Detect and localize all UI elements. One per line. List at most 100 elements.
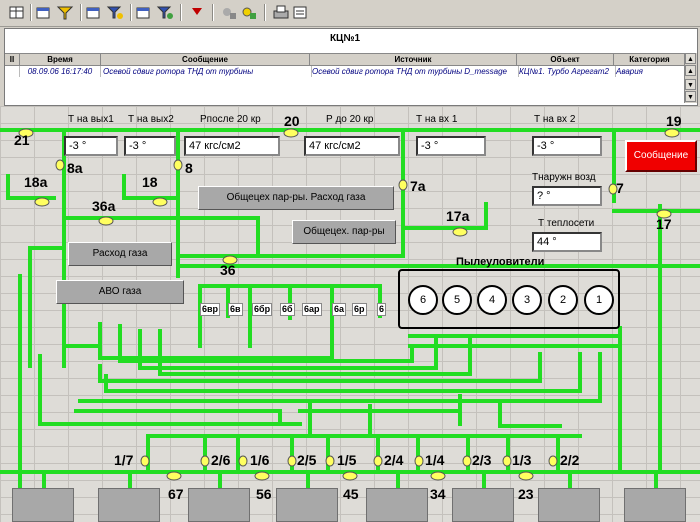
unit-block[interactable] [538,488,600,522]
flag-icon[interactable] [188,4,206,21]
filter-icon[interactable] [56,4,74,21]
vertical-scrollbar[interactable]: ▲ ▲ ▼ ▼ [684,53,697,103]
t-out2-label: Т на вых2 [128,114,174,125]
alarm-object: КЦ№1. Турбо Агрегат2 [517,66,616,77]
valve-tag[interactable]: 6бр [252,303,273,316]
dust-collector-3[interactable]: 3 [512,285,542,315]
acknowledge-icon[interactable] [220,4,238,21]
valve-tag[interactable]: 6б [280,303,295,316]
alarm-panel-title: КЦ№1 [329,33,361,44]
valve-tag[interactable]: 6 [377,303,387,316]
col-header[interactable]: II [5,54,20,65]
valve-icon[interactable] [342,468,358,481]
scroll-top-button[interactable]: ▲ [685,53,696,64]
scroll-bottom-button[interactable]: ▼ [685,91,696,102]
valve-label: 1/7 [114,452,134,468]
t-outdoor-value: ? ° [532,186,602,206]
dust-collector-2[interactable]: 2 [548,285,578,315]
dust-collector-4[interactable]: 4 [477,285,507,315]
valve-icon[interactable] [254,468,270,481]
col-header[interactable]: Сообщение [101,54,310,65]
valve-tag[interactable]: 6р [352,303,367,316]
gas-flow-button[interactable]: Расход газа [68,242,172,266]
table-row[interactable]: 08.09.06 16:17:40 Осевой сдвиг ротора ТН… [5,66,688,77]
unit-block[interactable] [624,488,686,522]
export-icon[interactable] [292,4,310,21]
valve-17a-icon[interactable] [452,224,468,237]
valve-icon[interactable] [140,454,150,467]
print-icon[interactable] [272,4,290,21]
gas-flow-common-button[interactable]: Общецех пар-ры. Расход газа [198,186,394,210]
valve-label: 34 [430,486,446,502]
valve-icon[interactable] [414,454,424,467]
unit-block[interactable] [366,488,428,522]
col-header[interactable]: Время [20,54,101,65]
scroll-up-button[interactable]: ▲ [685,65,696,76]
valve-tag[interactable]: 6вр [200,303,221,316]
valve-label: 2/5 [297,452,317,468]
valve-icon[interactable] [502,454,512,467]
dust-collector-1[interactable]: 1 [584,285,614,315]
mimic-diagram: 21 20 19 Т на вых1 Т на вых2 Рпосле 20 к… [0,106,700,522]
avo-gas-button[interactable]: АВО газа [56,280,184,304]
valve-icon[interactable] [287,454,297,467]
col-header[interactable]: Источник [310,54,517,65]
valve-8a-label: 8а [67,160,83,176]
unit-block[interactable] [452,488,514,522]
table-icon[interactable] [36,4,54,21]
valve-label: 1/6 [250,452,270,468]
p-before-value: 47 кгс/см2 [304,136,400,156]
t-in1-label: Т на вх 1 [416,114,458,125]
t-outdoor-label: Тнаружн возд [532,172,596,183]
valve-label: 2/2 [560,452,580,468]
valve-icon[interactable] [238,454,248,467]
valve-icon[interactable] [373,454,383,467]
valve-label: 1/5 [337,452,357,468]
table-view-icon[interactable] [136,4,154,21]
valve-icon[interactable] [200,454,210,467]
valve-icon[interactable] [548,454,558,467]
toolbar [0,0,700,27]
filter-apply-icon[interactable] [156,4,174,21]
alarm-category: Авария [614,66,688,77]
valve-icon[interactable] [430,468,446,481]
valve-icon[interactable] [325,454,335,467]
valve-20-label: 20 [284,113,300,129]
valve-18-label: 18 [142,174,158,190]
common-params-button[interactable]: Общецех. пар-ры [292,220,396,244]
alarm-source: Осевой сдвиг ротора ТНД от турбины D_mes… [310,66,519,77]
unit-block[interactable] [188,488,250,522]
t-heat-label: Т теплосети [538,218,595,229]
valve-18a-icon[interactable] [34,194,50,207]
valve-label: 67 [168,486,184,502]
t-in2-label: Т на вх 2 [534,114,576,125]
valve-icon[interactable] [462,454,472,467]
valve-7a-icon[interactable] [398,178,408,191]
table-edit-icon[interactable] [86,4,104,21]
valve-36a-icon[interactable] [98,213,114,226]
dust-collector-5[interactable]: 5 [442,285,472,315]
valve-icon[interactable] [166,468,182,481]
valve-17-icon[interactable] [656,206,672,219]
acknowledge-all-icon[interactable] [240,4,258,21]
valve-label: 1/3 [512,452,532,468]
valve-tag[interactable]: 6ар [302,303,322,316]
col-header[interactable]: Объект [517,54,614,65]
unit-block[interactable] [276,488,338,522]
message-button[interactable]: Сообщение [625,140,697,172]
dust-collector-6[interactable]: 6 [408,285,438,315]
valve-tag[interactable]: 6в [228,303,243,316]
filter-settings-icon[interactable] [106,4,124,21]
valve-36-icon[interactable] [222,252,238,265]
valve-8a-icon[interactable] [55,158,65,171]
valve-18-icon[interactable] [152,194,168,207]
grid-icon[interactable] [8,4,26,21]
scroll-down-button[interactable]: ▼ [685,79,696,90]
unit-block[interactable] [98,488,160,522]
col-header[interactable]: Категория [614,54,686,65]
valve-label: 2/3 [472,452,492,468]
valve-icon[interactable] [518,468,534,481]
valve-tag[interactable]: 6а [332,303,347,316]
unit-block[interactable] [12,488,74,522]
valve-8-icon[interactable] [173,158,183,171]
